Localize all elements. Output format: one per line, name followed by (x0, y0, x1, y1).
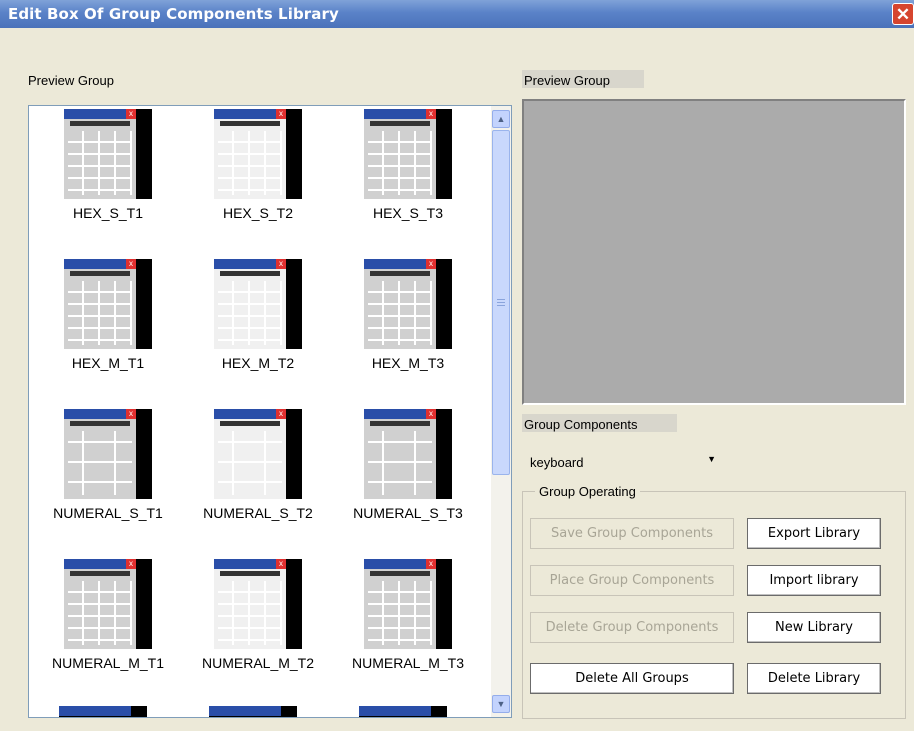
window-title: Edit Box Of Group Components Library (8, 5, 339, 23)
export-library-button[interactable]: Export Library (747, 518, 881, 549)
item-label: HEX_S_T2 (222, 205, 294, 221)
item-label: NUMERAL_S_T1 (53, 505, 163, 521)
list-item[interactable]: x NUMERAL_M_T3 (333, 559, 483, 671)
chevron-down-icon[interactable]: ▼ (707, 454, 716, 464)
item-label: HEX_M_T1 (71, 355, 145, 371)
close-icon: ✕ (895, 5, 911, 24)
preview-area (522, 99, 906, 405)
keyboard-thumbnail: x (364, 259, 452, 349)
save-group-components-button[interactable]: Save Group Components (530, 518, 734, 549)
keyboard-thumbnail: x (64, 409, 152, 499)
keyboard-thumbnail: x (364, 559, 452, 649)
vertical-scrollbar[interactable]: ▲ ▼ (491, 106, 511, 717)
delete-group-components-button[interactable]: Delete Group Components (530, 612, 734, 643)
partial-thumbnail (209, 706, 297, 717)
list-item[interactable]: x HEX_M_T1 (33, 259, 183, 371)
import-library-button[interactable]: Import library (747, 565, 881, 596)
place-group-components-button[interactable]: Place Group Components (530, 565, 734, 596)
list-item[interactable]: x HEX_M_T3 (333, 259, 483, 371)
partial-thumbnail (359, 706, 447, 717)
keyboard-thumbnail: x (64, 259, 152, 349)
group-components-label: Group Components (524, 417, 638, 432)
list-item[interactable]: x NUMERAL_S_T3 (333, 409, 483, 521)
scroll-down-button[interactable]: ▼ (492, 695, 510, 713)
keyboard-thumbnail: x (364, 109, 452, 199)
keyboard-thumbnail: x (64, 559, 152, 649)
list-item[interactable]: x NUMERAL_M_T2 (183, 559, 333, 671)
list-item[interactable]: x NUMERAL_M_T1 (33, 559, 183, 671)
keyboard-thumbnail: x (64, 109, 152, 199)
left-preview-group-label: Preview Group (28, 73, 114, 88)
item-label: HEX_M_T3 (371, 355, 445, 371)
list-item[interactable]: x HEX_S_T3 (333, 109, 483, 221)
select-value: keyboard (530, 455, 584, 470)
group-components-select[interactable]: keyboard ▼ (522, 452, 722, 474)
keyboard-thumbnail: x (214, 559, 302, 649)
delete-all-groups-button[interactable]: Delete All Groups (530, 663, 734, 694)
list-item[interactable]: x NUMERAL_S_T1 (33, 409, 183, 521)
item-label: NUMERAL_M_T1 (51, 655, 165, 671)
item-label: HEX_M_T2 (221, 355, 295, 371)
group-operating-legend: Group Operating (535, 484, 640, 499)
right-preview-group-label: Preview Group (524, 73, 610, 88)
scroll-up-button[interactable]: ▲ (492, 110, 510, 128)
item-label: NUMERAL_S_T3 (353, 505, 463, 521)
group-list[interactable]: x HEX_S_T1 x HEX_S_T2 x HEX_S_T3 x HEX_M… (28, 105, 512, 718)
keyboard-thumbnail: x (214, 109, 302, 199)
item-label: HEX_S_T1 (72, 205, 144, 221)
list-item[interactable]: x HEX_S_T2 (183, 109, 333, 221)
scroll-down-icon: ▼ (496, 699, 506, 709)
list-item[interactable]: x HEX_M_T2 (183, 259, 333, 371)
item-label: NUMERAL_M_T2 (201, 655, 315, 671)
partial-thumbnail (59, 706, 147, 717)
list-item[interactable]: x NUMERAL_S_T2 (183, 409, 333, 521)
item-label: NUMERAL_S_T2 (203, 505, 313, 521)
scroll-thumb[interactable] (492, 130, 510, 475)
keyboard-thumbnail: x (364, 409, 452, 499)
scroll-up-icon: ▲ (496, 114, 506, 124)
new-library-button[interactable]: New Library (747, 612, 881, 643)
item-label: HEX_S_T3 (372, 205, 444, 221)
title-bar[interactable]: Edit Box Of Group Components Library ✕ (0, 0, 914, 28)
keyboard-thumbnail: x (214, 409, 302, 499)
list-item[interactable]: x HEX_S_T1 (33, 109, 183, 221)
item-label: NUMERAL_M_T3 (351, 655, 465, 671)
keyboard-thumbnail: x (214, 259, 302, 349)
close-button[interactable]: ✕ (892, 3, 914, 25)
delete-library-button[interactable]: Delete Library (747, 663, 881, 694)
